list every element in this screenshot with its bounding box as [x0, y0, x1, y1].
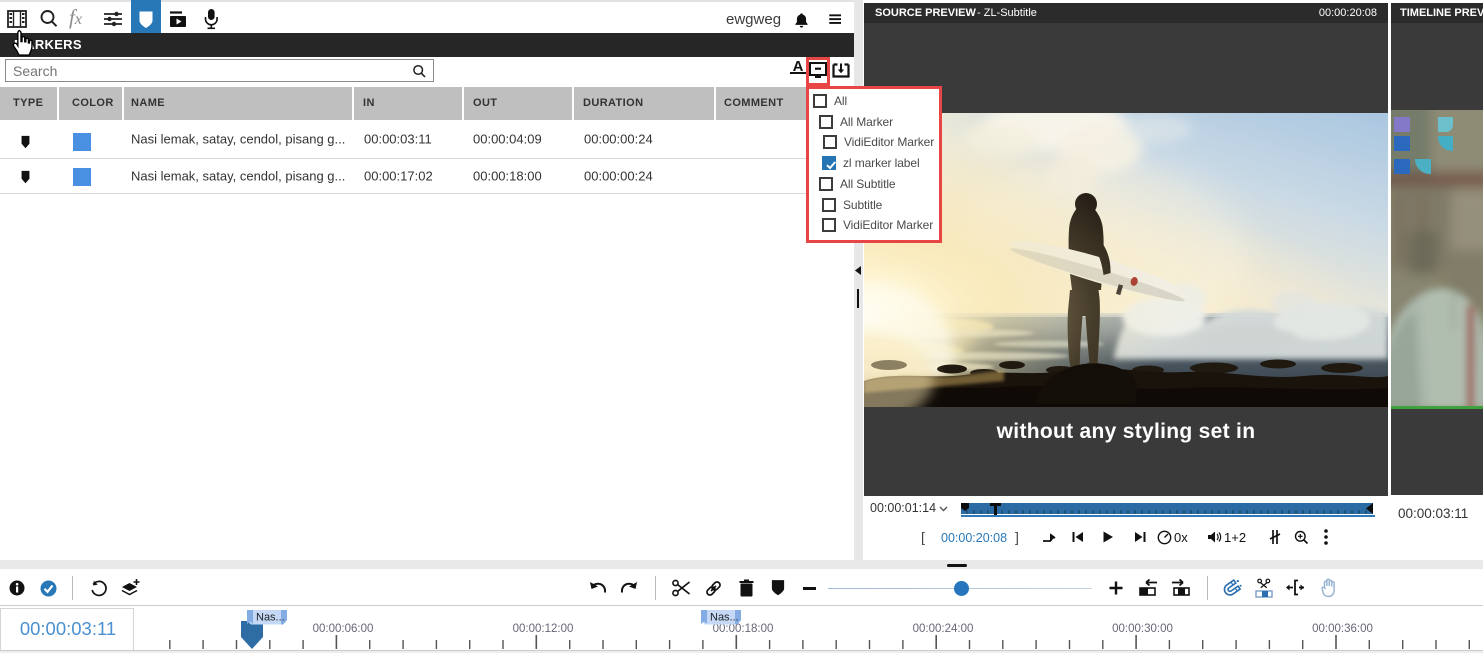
svg-text:Nas...: Nas... — [256, 612, 285, 624]
svg-text:00:00:06:00: 00:00:06:00 — [313, 623, 374, 635]
svg-text:00:00:24:00: 00:00:24:00 — [913, 623, 974, 635]
svg-text:00:00:18:00: 00:00:18:00 — [713, 623, 774, 635]
svg-text:Nas...: Nas... — [710, 612, 739, 624]
svg-text:00:00:12:00: 00:00:12:00 — [513, 623, 574, 635]
svg-text:00:00:36:00: 00:00:36:00 — [1312, 623, 1373, 635]
svg-text:00:00:30:00: 00:00:30:00 — [1112, 623, 1173, 635]
